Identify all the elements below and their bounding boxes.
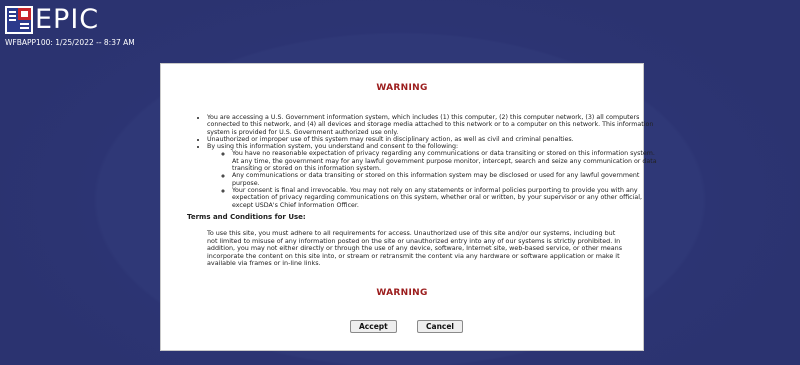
app-header: EPIC WFBAPP100: 1/25/2022 -- 8:37 AM xyxy=(5,5,135,47)
sub-list-item: Your consent is final and irrevocable. Y… xyxy=(232,187,659,209)
logo-row: EPIC xyxy=(5,5,135,35)
app-name: EPIC xyxy=(35,4,100,35)
terms-heading: Terms and Conditions for Use: xyxy=(187,213,306,221)
accept-button[interactable]: Accept xyxy=(350,320,397,333)
consent-sublist: You have no reasonable expectation of pr… xyxy=(207,150,659,208)
sub-list-item: You have no reasonable expectation of pr… xyxy=(232,150,659,172)
warning-title-top: WARNING xyxy=(376,83,428,93)
list-item: By using this information system, you un… xyxy=(207,143,659,209)
terms-body: To use this site, you must adhere to all… xyxy=(207,229,623,268)
sub-list-item: Any communications or data transiting or… xyxy=(232,172,659,187)
list-item: Unauthorized or improper use of this sys… xyxy=(207,136,659,143)
cancel-button[interactable]: Cancel xyxy=(417,320,464,333)
epic-logo-icon xyxy=(5,6,33,34)
server-info: WFBAPP100: 1/25/2022 -- 8:37 AM xyxy=(5,38,135,47)
warning-title-bottom: WARNING xyxy=(376,288,428,298)
warning-dialog: WARNING You are accessing a U.S. Governm… xyxy=(160,63,657,351)
warning-list: You are accessing a U.S. Government info… xyxy=(175,114,659,209)
consent-intro: By using this information system, you un… xyxy=(207,143,459,151)
list-item: You are accessing a U.S. Government info… xyxy=(207,114,659,136)
